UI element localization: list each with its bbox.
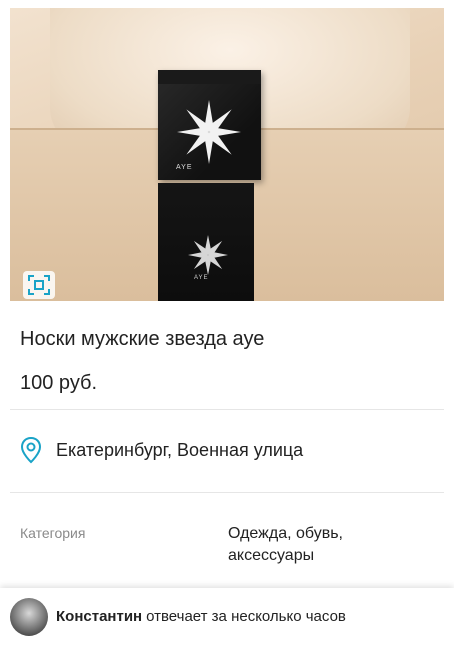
seller-bar[interactable]: Константин отвечает за несколько часов <box>0 588 454 645</box>
star-icon <box>188 235 228 275</box>
divider <box>10 492 444 493</box>
location-row[interactable]: Екатеринбург, Военная улица <box>20 436 303 464</box>
sock-package: AYE <box>158 70 261 180</box>
seller-reply-note: отвечает за несколько часов <box>146 608 346 625</box>
fullscreen-icon <box>28 275 50 295</box>
avatar[interactable] <box>10 597 48 636</box>
location-text: Екатеринбург, Военная улица <box>56 439 304 460</box>
listing-price: 100 руб. <box>20 372 98 394</box>
product-photo[interactable]: AYE AYE <box>10 8 444 301</box>
star-icon <box>177 100 241 164</box>
category-value: Одежда, обувь, аксессуары <box>228 525 343 564</box>
location-pin-icon <box>20 436 42 464</box>
seller-name[interactable]: Константин <box>56 608 142 625</box>
package-brand-text: AYE <box>176 164 193 171</box>
category-label: Категория <box>20 525 86 541</box>
sock-item: AYE <box>158 183 254 301</box>
sock-text: AYE <box>194 275 209 281</box>
divider <box>10 409 444 410</box>
fullscreen-button[interactable] <box>23 271 55 299</box>
listing-title: Носки мужские звезда ауе <box>20 328 265 350</box>
